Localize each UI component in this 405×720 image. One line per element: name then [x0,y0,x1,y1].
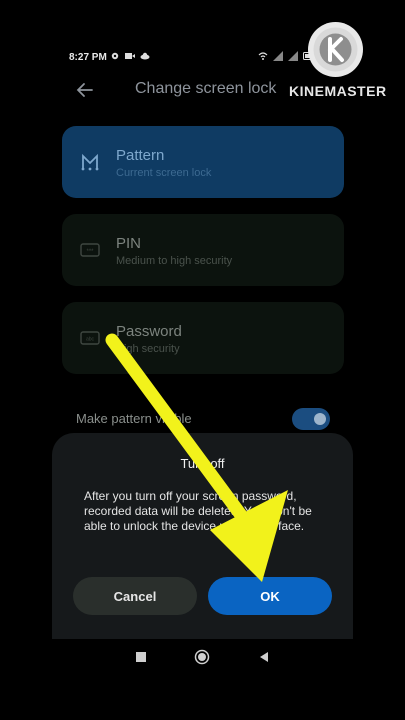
ok-button[interactable]: OK [208,577,332,615]
lock-option-title: Pattern [116,147,165,164]
arrow-left-icon[interactable] [72,77,98,103]
header: Change screen lock [0,72,405,108]
dialog-title: Turn off [180,456,225,471]
triangle-back-icon[interactable] [258,651,270,663]
page-title: Change screen lock [135,80,277,97]
signal-icon [273,51,283,61]
status-icons-left [110,51,150,61]
pattern-visible-row: Make pattern visible [62,406,344,432]
gear-icon [111,52,119,60]
lock-option-password[interactable]: abc Password High security [62,302,344,374]
toggle-label: Make pattern visible [76,411,192,426]
kinemaster-logo-icon [313,27,358,72]
lock-option-subtitle: Current screen lock [116,167,212,179]
signal-icon [288,51,298,61]
video-icon [125,53,135,59]
dialog-message: After you turn off your screen password,… [84,489,312,533]
toggle-knob [314,413,326,425]
turn-off-dialog: Turn off After you turn off your screen … [52,433,353,639]
lock-option-title: PIN [116,235,142,252]
svg-text:***: *** [86,249,94,255]
pin-icon: *** [80,243,100,257]
lock-option-subtitle: Medium to high security [116,255,233,267]
password-icon: abc [80,331,100,345]
cloud-icon [140,52,150,60]
svg-text:abc: abc [86,337,95,343]
circle-icon[interactable] [194,649,210,665]
lock-option-pin[interactable]: *** PIN Medium to high security [62,214,344,286]
kinemaster-logo [308,22,363,77]
square-icon[interactable] [135,651,147,663]
lock-option-pattern[interactable]: Pattern Current screen lock [62,126,344,198]
cancel-button[interactable]: Cancel [73,577,197,615]
status-time: 8:27 PM [69,52,107,63]
nav-bar [0,639,405,679]
wifi-icon [258,52,268,60]
pattern-icon [81,153,99,171]
lock-option-title: Password [116,323,182,340]
pattern-visible-toggle[interactable] [292,408,330,430]
lock-option-subtitle: High security [116,343,180,355]
